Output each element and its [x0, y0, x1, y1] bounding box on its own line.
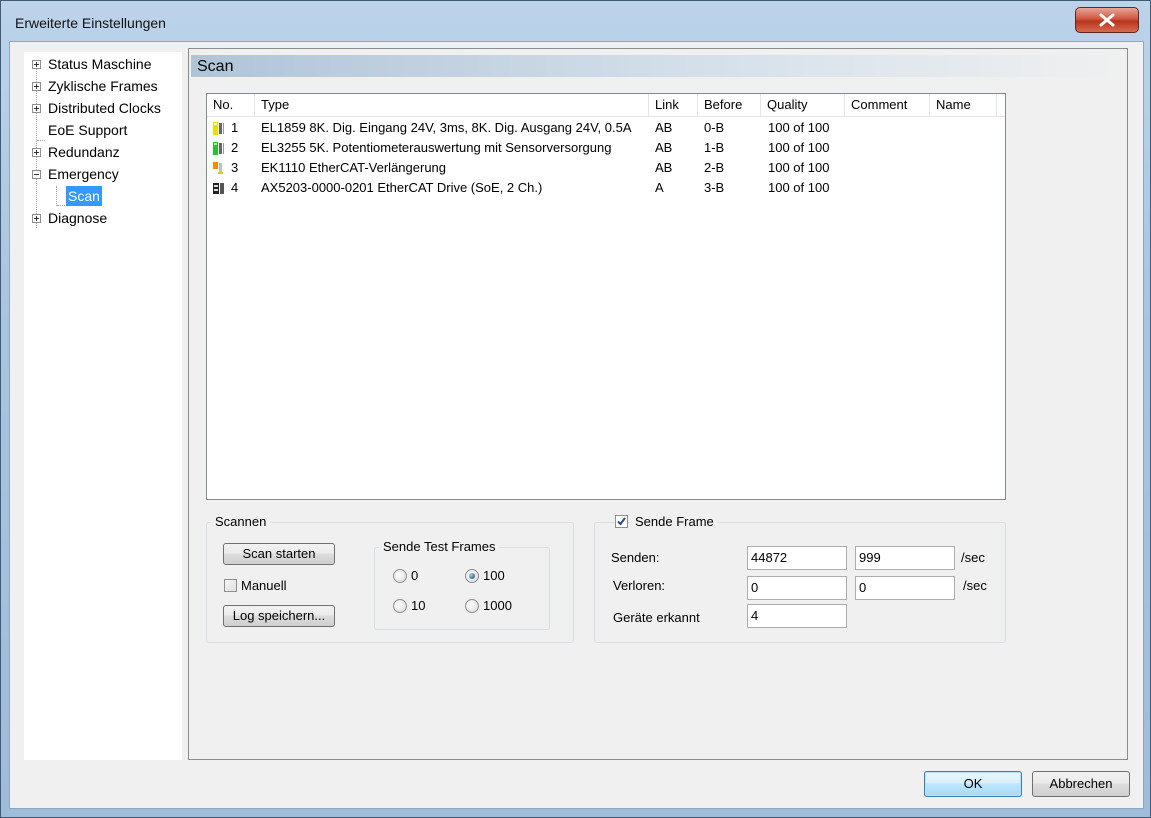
manuell-checkbox[interactable]: [224, 579, 237, 592]
senden-field-1[interactable]: 44872: [747, 546, 847, 570]
cell-before: 1-B: [704, 140, 725, 155]
dialog-client: Status Maschine Zyklische Frames Distrib…: [9, 41, 1144, 809]
table-row[interactable]: 4 AX5203-0000-0201 EtherCAT Drive (SoE, …: [207, 178, 1005, 198]
cell-no: 3: [231, 160, 239, 175]
window-title: Erweiterte Einstellungen: [15, 15, 166, 31]
tree-item-label: Distributed Clocks: [48, 100, 161, 116]
column-header-name[interactable]: Name: [930, 94, 997, 116]
cell-no: 1: [231, 120, 239, 135]
scan-start-button[interactable]: Scan starten: [223, 543, 335, 565]
tree-item-label: EoE Support: [48, 122, 128, 138]
tree-line: [56, 186, 57, 206]
verloren-field-1[interactable]: 0: [747, 576, 847, 600]
radio-frames-10-label: 10: [411, 598, 426, 613]
table-row[interactable]: 2 EL3255 5K. Potentiometerauswertung mit…: [207, 138, 1005, 158]
tree-item-label: Status Maschine: [48, 56, 152, 72]
test-frames-group-title: Sende Test Frames: [379, 539, 500, 554]
verloren-field-2[interactable]: 0: [855, 576, 955, 600]
checkmark-icon: [617, 517, 626, 526]
scan-results-list[interactable]: No. Type Link Before Quality Comment Nam…: [206, 93, 1006, 500]
cell-before: 3-B: [704, 180, 725, 195]
cell-link: AB: [655, 140, 673, 155]
expand-icon[interactable]: [32, 148, 41, 157]
cell-quality: 100 of 100: [768, 180, 830, 195]
cell-no: 2: [231, 140, 239, 155]
scannen-group: Scannen Scan starten Manuell Log speiche…: [206, 514, 574, 643]
collapse-icon[interactable]: [32, 170, 41, 179]
senden-field-2[interactable]: 999: [855, 546, 955, 570]
sende-frame-group: Sende Frame Senden: 44872 999 /sec Verlo…: [594, 514, 1006, 643]
cell-quality: 100 of 100: [768, 120, 830, 135]
cell-quality: 100 of 100: [768, 160, 830, 175]
cell-link: AB: [655, 120, 673, 135]
close-icon: [1099, 13, 1115, 27]
tree-item-label: Zyklische Frames: [48, 78, 158, 94]
list-header: No. Type Link Before Quality Comment Nam…: [207, 94, 1005, 117]
column-header-quality[interactable]: Quality: [761, 94, 845, 116]
drive-icon: [213, 183, 224, 194]
cell-type: EL1859 8K. Dig. Eingang 24V, 3ms, 8K. Di…: [261, 120, 632, 135]
geraete-field[interactable]: 4: [747, 604, 847, 628]
senden-label: Senden:: [611, 550, 660, 565]
tree-item-label: Redundanz: [48, 144, 120, 160]
cancel-button[interactable]: Abbrechen: [1032, 771, 1130, 797]
radio-frames-100[interactable]: [465, 569, 479, 583]
column-header-no[interactable]: No.: [207, 94, 255, 116]
terminal-orange-icon: [213, 162, 223, 174]
dialog-window: Erweiterte Einstellungen Status Maschine…: [0, 0, 1151, 818]
expand-icon[interactable]: [32, 104, 41, 113]
test-frames-group: Sende Test Frames 0 100 10 1000: [374, 539, 550, 630]
tree-line: [37, 140, 45, 141]
terminal-green-icon: [213, 142, 224, 155]
close-button[interactable]: [1075, 7, 1139, 33]
radio-frames-1000-label: 1000: [483, 598, 512, 613]
column-header-comment[interactable]: Comment: [845, 94, 930, 116]
terminal-yellow-icon: [213, 122, 224, 135]
table-row[interactable]: 1 EL1859 8K. Dig. Eingang 24V, 3ms, 8K. …: [207, 118, 1005, 138]
verloren-unit: /sec: [963, 578, 987, 593]
cell-link: A: [655, 180, 664, 195]
ok-button[interactable]: OK: [924, 771, 1022, 797]
verloren-label: Verloren:: [613, 578, 666, 593]
radio-frames-10[interactable]: [393, 599, 407, 613]
column-header-before[interactable]: Before: [698, 94, 761, 116]
log-save-button[interactable]: Log speichern...: [223, 605, 335, 627]
geraete-label: Geräte erkannt: [613, 610, 700, 625]
radio-frames-100-label: 100: [483, 568, 505, 583]
panel-header: Scan: [191, 55, 1125, 77]
scan-panel: Scan No. Type Link Before Quality Commen…: [188, 48, 1128, 760]
cell-link: AB: [655, 160, 673, 175]
expand-icon[interactable]: [32, 82, 41, 91]
cell-quality: 100 of 100: [768, 140, 830, 155]
tree-item-label: Emergency: [48, 166, 119, 182]
radio-frames-0-label: 0: [411, 568, 419, 583]
sende-frame-title: Sende Frame: [631, 514, 718, 529]
table-row[interactable]: 3 EK1110 EtherCAT-Verlängerung AB 2-B 10…: [207, 158, 1005, 178]
tree-item-label: Scan: [66, 186, 102, 206]
expand-icon[interactable]: [32, 214, 41, 223]
tree-item-label: Diagnose: [48, 210, 108, 226]
cell-before: 0-B: [704, 120, 725, 135]
column-header-link[interactable]: Link: [649, 94, 698, 116]
radio-frames-1000[interactable]: [465, 599, 479, 613]
cell-type: EL3255 5K. Potentiometerauswertung mit S…: [261, 140, 612, 155]
scannen-group-title: Scannen: [211, 514, 271, 529]
cell-type: EK1110 EtherCAT-Verlängerung: [261, 160, 447, 175]
sende-frame-checkbox[interactable]: [615, 515, 628, 528]
cell-before: 2-B: [704, 160, 725, 175]
cell-type: AX5203-0000-0201 EtherCAT Drive (SoE, 2 …: [261, 180, 543, 195]
column-header-type[interactable]: Type: [255, 94, 649, 116]
title-bar[interactable]: Erweiterte Einstellungen: [1, 1, 1150, 41]
radio-frames-0[interactable]: [393, 569, 407, 583]
settings-tree[interactable]: Status Maschine Zyklische Frames Distrib…: [24, 52, 182, 760]
cell-no: 4: [231, 180, 239, 195]
manuell-label: Manuell: [241, 578, 287, 593]
expand-icon[interactable]: [32, 60, 41, 69]
tree-line: [57, 205, 65, 206]
senden-unit: /sec: [961, 550, 985, 565]
panel-title: Scan: [197, 58, 234, 75]
